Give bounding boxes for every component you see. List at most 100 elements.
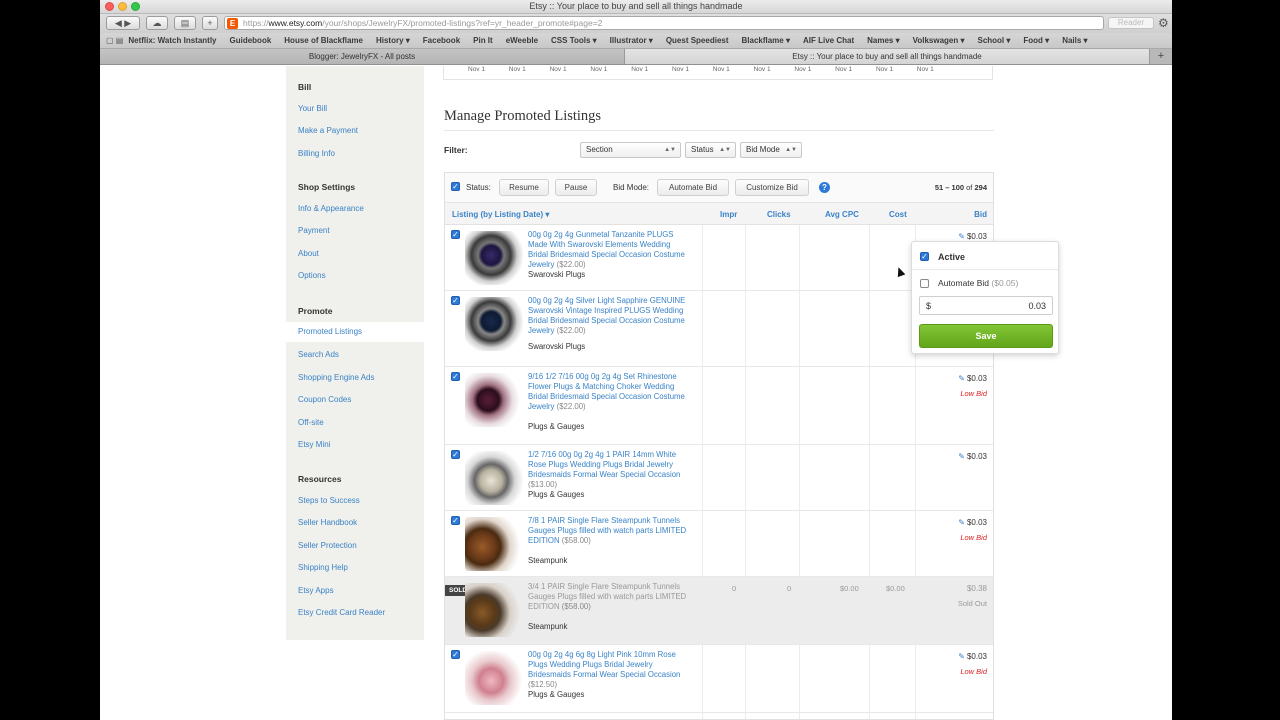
bid-edit[interactable]: ✎$0.03	[958, 374, 987, 383]
row-checkbox[interactable]: ✓	[451, 450, 460, 459]
sidebar-link[interactable]: Coupon Codes	[298, 395, 351, 404]
cloud-icon[interactable]: ☁	[146, 16, 168, 30]
column-clicks[interactable]: Clicks	[767, 210, 791, 219]
table-row: ✓ 7/8 1 PAIR Single Flare Steampunk Tunne…	[445, 511, 993, 577]
add-bookmark-icon[interactable]: +	[202, 16, 218, 30]
listing-title-link[interactable]: 1/2 7/16 00g 0g 2g 4g 1 PAIR 14mm White …	[528, 450, 688, 490]
sidebar-link[interactable]: About	[298, 249, 319, 258]
listing-title-link[interactable]: 00g 0g 2g 4g 6g 8g Light Pink 10mm Rose …	[528, 650, 688, 690]
sidebar-link[interactable]: Shipping Help	[298, 563, 348, 572]
sidebar-link[interactable]: Promoted Listings	[286, 322, 424, 342]
section-select[interactable]: Section ▲▼	[580, 142, 681, 158]
reader-button[interactable]: Reader	[1108, 17, 1154, 29]
select-all-checkbox[interactable]: ✓	[451, 182, 460, 191]
sidebar-link[interactable]: Etsy Credit Card Reader	[298, 608, 385, 617]
listing-thumbnail[interactable]	[465, 297, 523, 351]
bookmark-item[interactable]: Guidebook	[230, 36, 272, 45]
pencil-icon[interactable]: ✎	[958, 452, 965, 461]
gear-icon[interactable]: ⚙	[1158, 16, 1172, 30]
pause-button[interactable]: Pause	[555, 179, 597, 196]
row-checkbox[interactable]: ✓	[451, 230, 460, 239]
column-bid[interactable]: Bid	[974, 210, 987, 219]
bookmark-item[interactable]: House of Blackflame	[284, 36, 363, 45]
listing-thumbnail[interactable]	[465, 517, 523, 571]
bookmark-item[interactable]: Names ▾	[867, 36, 899, 45]
sidebar-link[interactable]: Steps to Success	[298, 496, 360, 505]
status-select[interactable]: Status ▲▼	[685, 142, 736, 158]
sidebar-link[interactable]: Options	[298, 271, 326, 280]
row-checkbox[interactable]: ✓	[451, 650, 460, 659]
new-tab-button[interactable]: +	[1150, 49, 1172, 64]
bookmark-item[interactable]: Volkswagen ▾	[913, 36, 965, 45]
listing-title-link[interactable]: 7/8 1 PAIR Single Flare Steampunk Tunnel…	[528, 516, 688, 546]
sidebar-link[interactable]: Search Ads	[298, 350, 339, 359]
reading-list-icon[interactable]: ▢ ▤	[106, 36, 123, 45]
bookmark-item[interactable]: AIF Live Chat	[803, 36, 854, 45]
pencil-icon[interactable]: ✎	[958, 518, 965, 527]
bid-amount-field[interactable]: $ 0.03	[919, 296, 1053, 315]
listing-title-link[interactable]: 3/4 1 PAIR Single Flare Steampunk Tunnel…	[528, 582, 688, 612]
resume-button[interactable]: Resume	[499, 179, 549, 196]
sidebar-link[interactable]: Payment	[298, 226, 330, 235]
listing-title-link[interactable]: 9/16 1/2 7/16 00g 0g 2g 4g Set Rhineston…	[528, 372, 688, 412]
bookmark-item[interactable]: Pin It	[473, 36, 493, 45]
bookmark-item[interactable]: Quest Speediest	[666, 36, 729, 45]
sidebar-link[interactable]: Seller Handbook	[298, 518, 357, 527]
bid-edit[interactable]: ✎$0.03	[958, 518, 987, 527]
bookmark-item[interactable]: History ▾	[376, 36, 410, 45]
bid-edit[interactable]: ✎$0.03	[958, 232, 987, 241]
bookmark-item[interactable]: School ▾	[977, 36, 1010, 45]
row-checkbox[interactable]: ✓	[451, 296, 460, 305]
bookmark-item[interactable]: CSS Tools ▾	[551, 36, 597, 45]
listing-thumbnail[interactable]	[465, 651, 523, 705]
tab-etsy[interactable]: Etsy :: Your place to buy and sell all t…	[625, 49, 1150, 64]
bid-edit[interactable]: ✎$0.03	[958, 452, 987, 461]
window-titlebar: Etsy :: Your place to buy and sell all t…	[100, 0, 1172, 14]
pencil-icon[interactable]: ✎	[958, 232, 965, 241]
active-checkbox[interactable]: ✓	[920, 252, 929, 261]
sidebar-link[interactable]: Seller Protection	[298, 541, 357, 550]
bookmark-item[interactable]: Food ▾	[1023, 36, 1049, 45]
sidebar-link[interactable]: Shopping Engine Ads	[298, 373, 375, 382]
sidebar-link[interactable]: Off-site	[298, 418, 324, 427]
listing-thumbnail[interactable]	[465, 583, 523, 637]
save-button[interactable]: Save	[919, 324, 1053, 348]
automate-bid-checkbox[interactable]	[920, 279, 929, 288]
listing-thumbnail[interactable]	[465, 373, 523, 427]
bid-edit[interactable]: ✎$0.03	[958, 652, 987, 661]
automate-bid-button[interactable]: Automate Bid	[657, 179, 729, 196]
sidebar-link[interactable]: Your Bill	[298, 104, 327, 113]
bookmark-item[interactable]: Illustrator ▾	[610, 36, 653, 45]
column-listing[interactable]: Listing (by Listing Date) ▾	[452, 210, 549, 219]
sidebar-link[interactable]: Info & Appearance	[298, 204, 364, 213]
bid-value: $0.38	[966, 584, 987, 593]
address-bar[interactable]: E https://www.etsy.com/your/shops/Jewelr…	[224, 16, 1104, 30]
row-checkbox[interactable]: ✓	[451, 372, 460, 381]
sidebar-link[interactable]: Etsy Apps	[298, 586, 334, 595]
bookmark-item[interactable]: Facebook	[423, 36, 460, 45]
column-cost[interactable]: Cost	[889, 210, 907, 219]
bookmarks-icon[interactable]: ▤	[174, 16, 196, 30]
listing-thumbnail[interactable]	[465, 451, 523, 505]
column-impr[interactable]: Impr	[720, 210, 737, 219]
bookmark-item[interactable]: Netflix: Watch Instantly	[128, 36, 216, 45]
bookmark-item[interactable]: eWeeble	[506, 36, 538, 45]
sidebar-link[interactable]: Make a Payment	[298, 126, 358, 135]
sidebar-link[interactable]: Etsy Mini	[298, 440, 330, 449]
bookmark-item[interactable]: Nails ▾	[1062, 36, 1087, 45]
tab-blogger[interactable]: Blogger: JewelryFX - All posts	[100, 49, 625, 64]
listing-title-link[interactable]: 00g 0g 2g 4g Silver Light Sapphire GENUI…	[528, 296, 688, 336]
back-forward-buttons[interactable]: ◀ ▶	[106, 16, 140, 30]
sidebar-link[interactable]: Billing Info	[298, 149, 335, 158]
bid-mode-select[interactable]: Bid Mode ▲▼	[740, 142, 802, 158]
bookmark-item[interactable]: Blackflame ▾	[742, 36, 790, 45]
listing-section: Steampunk	[528, 556, 568, 565]
column-avg-cpc[interactable]: Avg CPC	[825, 210, 859, 219]
pencil-icon[interactable]: ✎	[958, 652, 965, 661]
help-icon[interactable]: ?	[819, 182, 830, 193]
listing-title-link[interactable]: 00g 0g 2g 4g Gunmetal Tanzanite PLUGS Ma…	[528, 230, 688, 270]
row-checkbox[interactable]: ✓	[451, 516, 460, 525]
listing-thumbnail[interactable]	[465, 231, 523, 285]
customize-bid-button[interactable]: Customize Bid	[735, 179, 809, 196]
pencil-icon[interactable]: ✎	[958, 374, 965, 383]
